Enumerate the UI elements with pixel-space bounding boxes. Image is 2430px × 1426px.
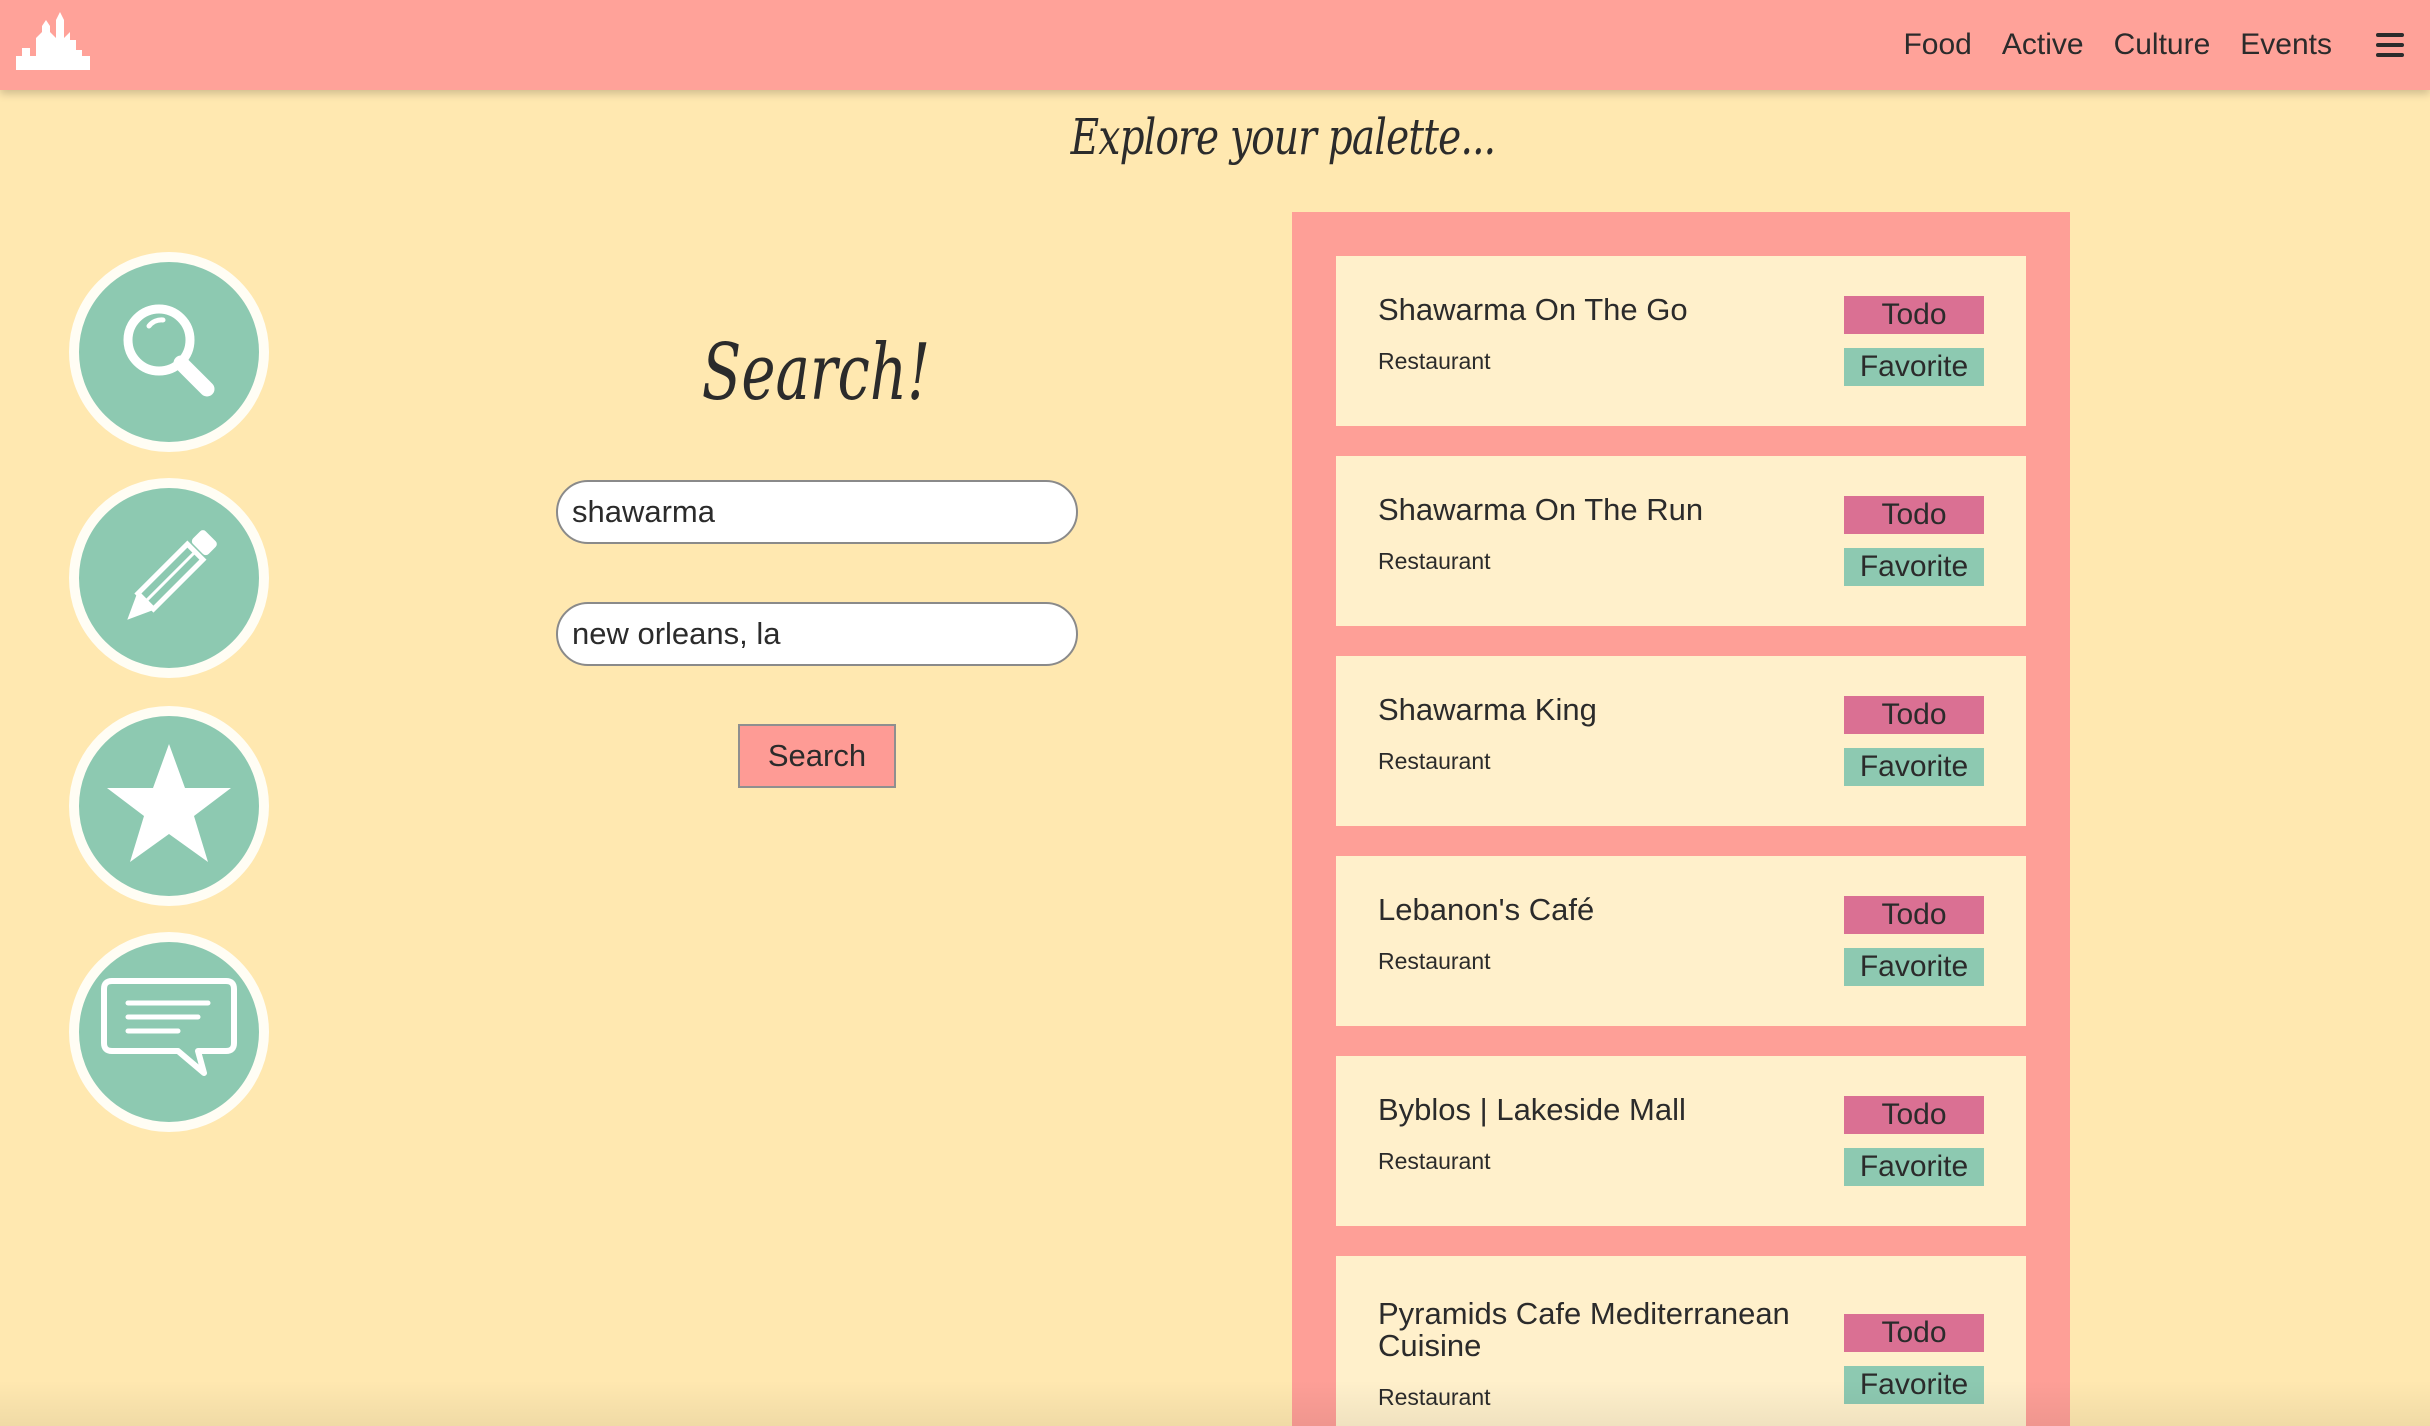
result-type: Restaurant [1378, 1384, 1491, 1410]
result-card: Pyramids Cafe Mediterranean Cuisine Rest… [1336, 1256, 2026, 1426]
search-heading: Search! [701, 328, 931, 418]
nav-links: Food Active Culture Events [1903, 0, 2430, 90]
favorite-button[interactable]: Favorite [1844, 948, 1984, 986]
result-type: Restaurant [1378, 1148, 1491, 1174]
todo-button[interactable]: Todo [1844, 696, 1984, 734]
result-card: Shawarma King Restaurant Todo Favorite [1336, 656, 2026, 826]
result-type: Restaurant [1378, 748, 1491, 774]
search-location-input[interactable] [556, 602, 1078, 666]
result-card: Byblos | Lakeside Mall Restaurant Todo F… [1336, 1056, 2026, 1226]
search-nav-button[interactable] [69, 252, 269, 452]
nav-link-food[interactable]: Food [1903, 28, 1971, 62]
favorite-button[interactable]: Favorite [1844, 548, 1984, 586]
edit-nav-button[interactable] [69, 478, 269, 678]
result-card: Lebanon's Café Restaurant Todo Favorite [1336, 856, 2026, 1026]
search-term-input[interactable] [556, 480, 1078, 544]
result-name: Shawarma King [1378, 692, 1597, 727]
result-card: Shawarma On The Run Restaurant Todo Favo… [1336, 456, 2026, 626]
pencil-icon [127, 530, 217, 620]
nav-link-culture[interactable]: Culture [2114, 28, 2211, 62]
result-name: Byblos | Lakeside Mall [1378, 1092, 1686, 1127]
search-icon [123, 304, 215, 397]
top-navbar: Food Active Culture Events [0, 0, 2430, 90]
favorite-button[interactable]: Favorite [1844, 348, 1984, 386]
result-name: Shawarma On The Run [1378, 492, 1704, 527]
reviews-nav-button[interactable] [69, 932, 269, 1132]
hamburger-menu-icon[interactable] [2376, 33, 2404, 57]
city-skyline-icon[interactable] [16, 12, 90, 70]
result-type: Restaurant [1378, 548, 1491, 574]
nav-link-events[interactable]: Events [2240, 28, 2332, 62]
result-name: Lebanon's Café [1378, 892, 1595, 927]
chat-icon [101, 978, 237, 1076]
todo-button[interactable]: Todo [1844, 896, 1984, 934]
result-name: Shawarma On The Go [1378, 292, 1688, 327]
search-button[interactable]: Search [738, 724, 896, 788]
favorite-button[interactable]: Favorite [1844, 1366, 1984, 1404]
favorites-nav-button[interactable] [69, 706, 269, 906]
result-type: Restaurant [1378, 348, 1491, 374]
result-card: Shawarma On The Go Restaurant Todo Favor… [1336, 256, 2026, 426]
favorite-button[interactable]: Favorite [1844, 1148, 1984, 1186]
result-name: Pyramids Cafe Mediterranean Cuisine [1378, 1296, 1790, 1363]
todo-button[interactable]: Todo [1844, 496, 1984, 534]
star-icon [107, 744, 231, 862]
todo-button[interactable]: Todo [1844, 1096, 1984, 1134]
todo-button[interactable]: Todo [1844, 296, 1984, 334]
page-tagline: Explore your palette... [1070, 108, 1496, 166]
results-panel: Shawarma On The Go Restaurant Todo Favor… [1292, 212, 2070, 1426]
result-type: Restaurant [1378, 948, 1491, 974]
favorite-button[interactable]: Favorite [1844, 748, 1984, 786]
nav-link-active[interactable]: Active [2002, 28, 2084, 62]
todo-button[interactable]: Todo [1844, 1314, 1984, 1352]
